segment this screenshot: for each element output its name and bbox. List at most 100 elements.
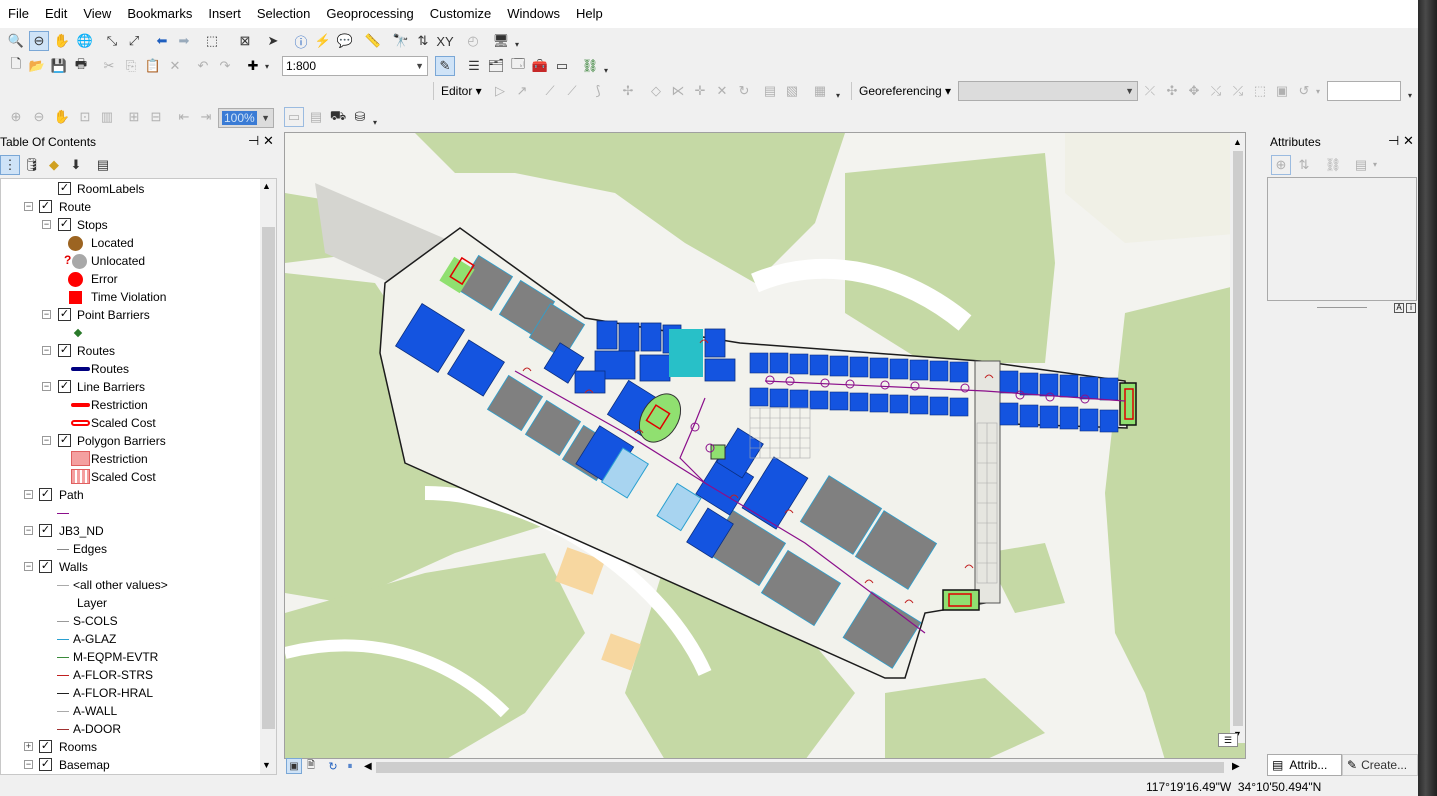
view-link-table-icon[interactable]: ⬚	[1250, 81, 1270, 101]
change-layout-icon[interactable]: ⛟	[328, 107, 348, 127]
arctoolbox-icon[interactable]: 🧰	[530, 56, 550, 76]
sort-alpha-icon[interactable]: A	[1394, 303, 1404, 313]
back-icon[interactable]: ⬅	[152, 31, 172, 51]
create-viewer-icon[interactable]: 🖥	[491, 31, 511, 51]
menu-insert[interactable]: Insert	[200, 0, 249, 28]
layer-visibility-checkbox[interactable]: ✓	[58, 380, 71, 393]
layer-visibility-checkbox[interactable]: ✓	[39, 524, 52, 537]
straight-segment-icon[interactable]: ⟋	[540, 81, 560, 101]
close-icon[interactable]: ✕	[263, 133, 274, 149]
sort-icon[interactable]: ⇅	[1294, 155, 1314, 175]
editor-toolbar-icon[interactable]: ✎	[435, 56, 455, 76]
pause-drawing-icon[interactable]: ⏸	[342, 758, 358, 774]
fixed-zoom-out-icon[interactable]: ⤢	[124, 31, 144, 51]
print-icon[interactable]: 🖶	[71, 56, 91, 76]
layer-visibility-checkbox[interactable]: ✓	[39, 200, 52, 213]
collapse-icon[interactable]: −	[24, 490, 33, 499]
scroll-thumb[interactable]	[262, 227, 275, 729]
rotate-icon[interactable]: ↻	[734, 81, 754, 101]
zoom-whole-page-icon[interactable]: ⊡	[75, 107, 95, 127]
redo-icon[interactable]: ↷	[215, 56, 235, 76]
pan-icon[interactable]: ✋	[52, 31, 72, 51]
map-scale-select[interactable]: 1:800 ▼	[282, 56, 428, 76]
menu-selection[interactable]: Selection	[249, 0, 318, 28]
go-to-xy-icon[interactable]: XY	[435, 31, 455, 51]
splitter-handle[interactable]	[1317, 307, 1367, 308]
collapse-icon[interactable]: −	[42, 436, 51, 445]
related-records-icon[interactable]: ⛓	[1323, 155, 1343, 175]
fixed-zoom-in-icon[interactable]: ⤡	[102, 31, 122, 51]
hyperlink-icon[interactable]: ⚡	[313, 31, 333, 51]
delete-icon[interactable]: ✕	[165, 56, 185, 76]
python-window-icon[interactable]: ▭	[552, 56, 572, 76]
menu-windows[interactable]: Windows	[499, 0, 568, 28]
scroll-up-icon[interactable]: ▲	[262, 181, 271, 191]
collapse-icon[interactable]: −	[24, 562, 33, 571]
layout-zoom-select[interactable]: 100% ▼	[218, 108, 274, 128]
select-features-icon[interactable]: ⬚	[202, 31, 222, 51]
pin-icon[interactable]: ⊣	[248, 133, 259, 149]
annotation-tool-icon[interactable]: ↗	[512, 81, 532, 101]
collapse-icon[interactable]: −	[42, 382, 51, 391]
trace-icon[interactable]: ⟆	[588, 81, 608, 101]
search-window-icon[interactable]: 🗔	[508, 56, 528, 76]
zoom-in-layout-icon[interactable]: ⊕	[6, 107, 26, 127]
list-by-source-icon[interactable]: 🛢	[22, 155, 42, 175]
open-icon[interactable]: 📂	[27, 56, 47, 76]
fixed-zoom-out-layout-icon[interactable]: ⊟	[146, 107, 166, 127]
collapse-icon[interactable]: −	[24, 760, 33, 769]
layer-visibility-checkbox[interactable]: ✓	[58, 308, 71, 321]
scroll-down-icon[interactable]: ▼	[262, 760, 271, 770]
zoom-100-icon[interactable]: ▥	[97, 107, 117, 127]
attributes-edit-icon[interactable]: ▤	[760, 81, 780, 101]
layer-visibility-checkbox[interactable]: ✓	[58, 218, 71, 231]
refresh-icon[interactable]: ↻	[325, 758, 341, 774]
catalog-icon[interactable]: 🗂	[486, 56, 506, 76]
layer-visibility-checkbox[interactable]: ✓	[39, 488, 52, 501]
tab-attributes[interactable]: ▤ Attrib...	[1267, 754, 1342, 776]
scroll-right-icon[interactable]: ▶	[1232, 761, 1240, 772]
toggle-draft-mode-icon[interactable]: ▭	[284, 107, 304, 127]
list-by-selection-icon[interactable]: ⬇	[66, 155, 86, 175]
map-vertical-scrollbar[interactable]: ▲ ▼	[1230, 133, 1245, 743]
layer-visibility-checkbox[interactable]: ✓	[58, 344, 71, 357]
toolbar-options-icon[interactable]: ▾	[604, 66, 612, 76]
select-elements-icon[interactable]: ➤	[263, 31, 283, 51]
copy-icon[interactable]: ⎘	[121, 56, 141, 76]
layer-visibility-checkbox[interactable]: ✓	[58, 434, 71, 447]
find-icon[interactable]: 🔭	[391, 31, 411, 51]
reshape-icon[interactable]: ⋉	[668, 81, 688, 101]
zoom-out-layout-icon[interactable]: ⊖	[29, 107, 49, 127]
chevron-down-icon[interactable]: ▾	[1316, 87, 1324, 97]
zoom-in-icon[interactable]: 🔍	[6, 31, 26, 51]
scale-georef-icon[interactable]: ✥	[1184, 81, 1204, 101]
clear-selection-icon[interactable]: ⊠	[235, 31, 255, 51]
data-driven-pages-icon[interactable]: ⛁	[350, 107, 370, 127]
layer-visibility-checkbox[interactable]: ✓	[58, 182, 71, 195]
focus-data-frame-icon[interactable]: ▤	[306, 107, 326, 127]
model-builder-icon[interactable]: ⛓	[580, 56, 600, 76]
cut-icon[interactable]: ✂	[99, 56, 119, 76]
show-attributes-icon[interactable]: ⊕	[1271, 155, 1291, 175]
menu-view[interactable]: View	[75, 0, 119, 28]
add-data-icon[interactable]: ✚	[243, 56, 263, 76]
tab-create-features[interactable]: ✎ Create...	[1342, 754, 1418, 776]
close-icon[interactable]: ✕	[1403, 133, 1414, 149]
list-by-visibility-icon[interactable]: ◆	[44, 155, 64, 175]
toolbar-options-icon[interactable]: ▾	[373, 118, 381, 128]
pan-layout-icon[interactable]: ✋	[52, 107, 72, 127]
toolbar-options-icon[interactable]: ▾	[515, 40, 523, 50]
layout-view-icon[interactable]: 🗎	[303, 758, 319, 774]
toolbar-options-icon[interactable]: ▾	[836, 91, 844, 101]
editor-menu[interactable]: Editor ▾	[441, 84, 482, 98]
map-horizontal-scroll-thumb[interactable]	[376, 762, 1224, 773]
new-document-icon[interactable]: 🗋	[6, 56, 26, 76]
chevron-down-icon[interactable]: ▾	[1373, 160, 1381, 170]
edit-vertices-icon[interactable]: ◇	[646, 81, 666, 101]
collapse-icon[interactable]: −	[42, 220, 51, 229]
menu-help[interactable]: Help	[568, 0, 611, 28]
scroll-thumb[interactable]	[1233, 151, 1243, 726]
layer-visibility-checkbox[interactable]: ✓	[39, 740, 52, 753]
toolbar-options-icon[interactable]: ▾	[1408, 91, 1416, 101]
add-control-points-icon[interactable]: ⤯	[1206, 81, 1226, 101]
